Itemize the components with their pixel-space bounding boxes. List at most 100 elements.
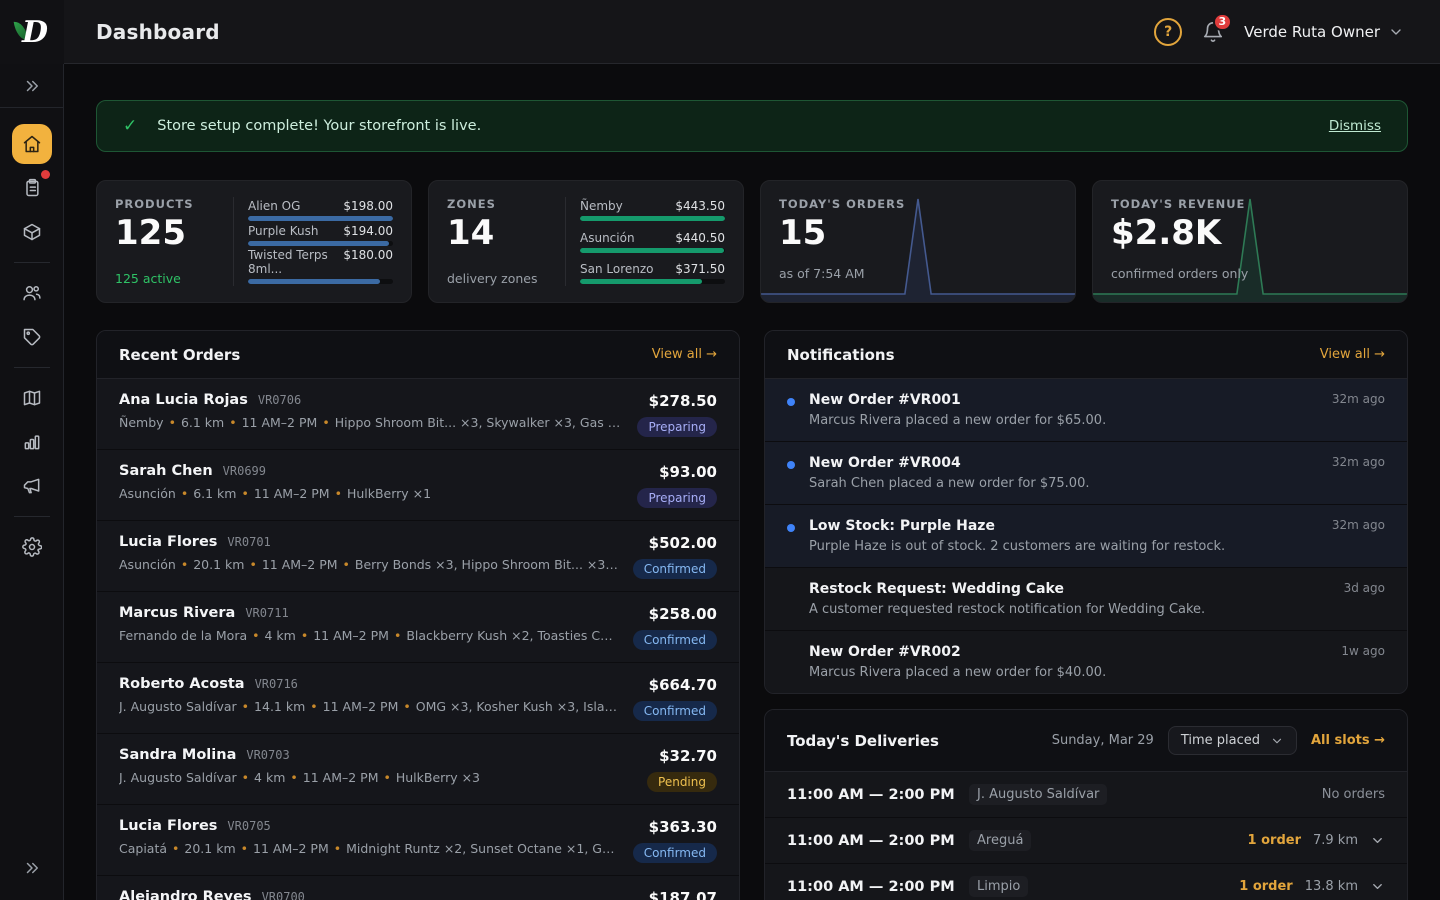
sort-dropdown[interactable]: Time placed	[1168, 726, 1297, 755]
order-row[interactable]: Lucia FloresVR0705 Capiatá20.1 km11 AM–2…	[97, 805, 739, 876]
notification-desc: Purple Haze is out of stock. 2 customers…	[809, 539, 1318, 554]
view-all-notifications-link[interactable]: View all →	[1320, 347, 1385, 362]
chevron-down-icon[interactable]	[1370, 833, 1385, 848]
customer-name: Marcus Rivera	[119, 605, 235, 621]
order-row[interactable]: Sarah ChenVR0699 Asunción6.1 km11 AM–2 P…	[97, 450, 739, 521]
orders-sub: as of 7:54 AM	[779, 266, 1057, 281]
order-meta: J. Augusto Saldívar14.1 km11 AM–2 PMOMG …	[119, 699, 619, 714]
slot-time: 11:00 AM — 2:00 PM	[787, 833, 969, 849]
products-value: 125	[115, 215, 233, 252]
notification-item[interactable]: New Order #VR004 Sarah Chen placed a new…	[765, 442, 1407, 505]
notification-desc: Marcus Rivera placed a new order for $65…	[809, 413, 1318, 428]
notification-title: New Order #VR002	[809, 644, 1327, 660]
notification-item[interactable]: New Order #VR001 Marcus Rivera placed a …	[765, 379, 1407, 442]
view-all-orders-link[interactable]: View all →	[652, 347, 717, 362]
sidebar-item-settings[interactable]	[12, 527, 52, 567]
order-row[interactable]: Sandra MolinaVR0703 J. Augusto Saldívar4…	[97, 734, 739, 805]
main-content: ✓ Store setup complete! Your storefront …	[64, 64, 1440, 900]
sidebar-item-dashboard[interactable]	[12, 124, 52, 164]
products-sub: 125 active	[115, 271, 233, 286]
sidebar-item-analytics[interactable]	[12, 422, 52, 462]
order-row[interactable]: Roberto Acosta VR0716 J. Augusto Saldívar…	[97, 663, 739, 734]
unread-dot	[787, 398, 795, 406]
order-row[interactable]: Lucia FloresVR0701 Asunción20.1 km11 AM–…	[97, 521, 739, 592]
customer-name: Ana Lucia Rojas	[119, 392, 248, 408]
chevron-down-icon[interactable]	[1370, 879, 1385, 894]
revenue-label: TODAY'S REVENUE	[1111, 197, 1389, 211]
zone-name: San Lorenzo	[580, 262, 654, 276]
notification-time: 32m ago	[1332, 455, 1385, 491]
zone-revenue: $443.50	[675, 199, 725, 213]
sidebar-item-promotions[interactable]	[12, 317, 52, 357]
logo-container: D	[0, 0, 64, 64]
double-chevron-right-icon	[23, 77, 41, 95]
slot-order-count: 1 order	[1239, 879, 1292, 894]
status-badge: Preparing	[637, 488, 717, 508]
progress-track	[580, 248, 725, 253]
recent-orders-header: Recent Orders View all →	[97, 331, 739, 379]
notification-item[interactable]: New Order #VR002 Marcus Rivera placed a …	[765, 631, 1407, 693]
double-chevron-right-icon	[23, 859, 41, 877]
sidebar-item-products[interactable]	[12, 212, 52, 252]
delivery-slot-row[interactable]: 11:00 AM — 2:00 PM Areguá 1 order 7.9 km	[765, 818, 1407, 864]
customer-name: Lucia Flores	[119, 818, 217, 834]
sidebar-item-marketing[interactable]	[12, 466, 52, 506]
zone-name: Asunción	[580, 231, 635, 245]
help-icon[interactable]: ?	[1154, 18, 1182, 46]
sidebar-expand-button[interactable]	[0, 64, 63, 108]
orders-label: TODAY'S ORDERS	[779, 197, 1057, 211]
order-code: VR0716	[255, 677, 298, 691]
notification-item[interactable]: Restock Request: Wedding Cake A customer…	[765, 568, 1407, 631]
notification-item[interactable]: Low Stock: Purple Haze Purple Haze is ou…	[765, 505, 1407, 568]
customer-name: Roberto Acosta	[119, 676, 245, 692]
notification-time: 32m ago	[1332, 392, 1385, 428]
order-row[interactable]: Marcus RiveraVR0711 Fernando de la Mora4…	[97, 592, 739, 663]
list-item: Asunción$440.50	[580, 231, 725, 253]
product-name: Twisted Terps 8ml...	[248, 248, 343, 276]
all-slots-link[interactable]: All slots →	[1311, 733, 1385, 748]
logo-letter: D	[22, 15, 48, 50]
progress-track	[248, 241, 393, 246]
order-price: $278.50	[649, 392, 717, 410]
notifications-bell-button[interactable]: 3	[1202, 21, 1224, 43]
sidebar-divider	[14, 516, 50, 517]
zones-label: ZONES	[447, 197, 565, 211]
zones-card[interactable]: ZONES 14 delivery zones Ñemby$443.50 Asu…	[428, 180, 744, 303]
list-item: Purple Kush$194.00	[248, 224, 393, 246]
delivery-slot-row[interactable]: 11:00 AM — 2:00 PM Limpio 1 order 13.8 k…	[765, 864, 1407, 900]
order-price: $93.00	[659, 463, 717, 481]
order-meta: Ñemby6.1 km11 AM–2 PMHippo Shroom Bit...…	[119, 415, 623, 430]
order-code: VR0699	[223, 464, 266, 478]
sidebar-collapse-button[interactable]	[0, 846, 63, 890]
app-logo[interactable]: D	[15, 15, 49, 49]
sidebar-item-customers[interactable]	[12, 273, 52, 313]
card-divider	[233, 197, 234, 286]
slot-status: No orders	[1322, 787, 1385, 802]
deliveries-header: Today's Deliveries Sunday, Mar 29 Time p…	[765, 710, 1407, 772]
status-badge: Confirmed	[633, 630, 717, 650]
status-badge: Confirmed	[633, 843, 717, 863]
products-card[interactable]: PRODUCTS 125 125 active Alien OG$198.00 …	[96, 180, 412, 303]
notification-time: 1w ago	[1341, 644, 1385, 680]
slot-time: 11:00 AM — 2:00 PM	[787, 787, 969, 803]
sidebar-item-zones[interactable]	[12, 378, 52, 418]
list-item: San Lorenzo$371.50	[580, 262, 725, 284]
unread-dot	[787, 461, 795, 469]
todays-revenue-card[interactable]: TODAY'S REVENUE $2.8K confirmed orders o…	[1092, 180, 1408, 303]
order-row[interactable]: Alejandro ReyesVR0700 $187.07	[97, 876, 739, 900]
orders-value: 15	[779, 215, 1057, 252]
chevron-down-icon	[1270, 734, 1284, 748]
orders-alert-dot	[41, 170, 50, 179]
notifications-panel: Notifications View all → New Order #VR00…	[764, 330, 1408, 694]
sidebar-item-orders[interactable]	[12, 168, 52, 208]
delivery-slot-row[interactable]: 11:00 AM — 2:00 PM J. Augusto Saldívar N…	[765, 772, 1407, 818]
order-code: VR0711	[245, 606, 288, 620]
order-row[interactable]: Ana Lucia RojasVR0706 Ñemby6.1 km11 AM–2…	[97, 379, 739, 450]
user-menu[interactable]: Verde Ruta Owner	[1244, 23, 1404, 41]
customer-name: Lucia Flores	[119, 534, 217, 550]
todays-orders-card[interactable]: TODAY'S ORDERS 15 as of 7:54 AM	[760, 180, 1076, 303]
sidebar-icon-group	[0, 108, 63, 569]
zones-sub: delivery zones	[447, 271, 565, 286]
top-zones-list: Ñemby$443.50 Asunción$440.50 San Lorenzo…	[580, 197, 725, 286]
dismiss-link[interactable]: Dismiss	[1329, 118, 1381, 134]
